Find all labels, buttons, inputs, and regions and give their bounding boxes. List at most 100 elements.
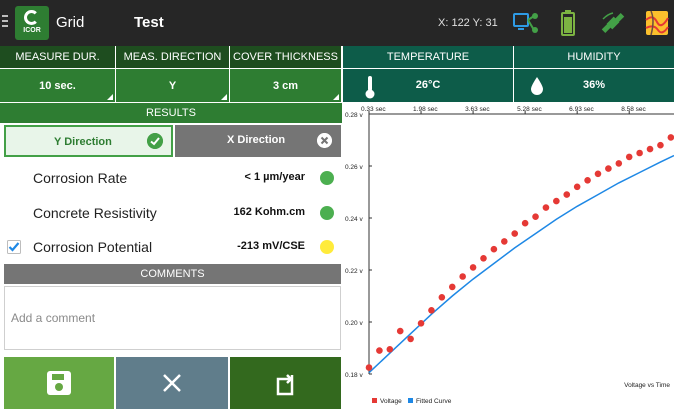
save-icon (47, 371, 71, 395)
voltage-point (584, 177, 591, 184)
temperature-value: 26°C (415, 79, 441, 91)
voltage-point (594, 170, 602, 178)
legend-label-voltage: Voltage (380, 398, 402, 405)
status-dot (320, 240, 334, 254)
voltage-point (573, 183, 581, 191)
dropdown-corner-icon (221, 94, 227, 100)
voltage-point (407, 335, 414, 343)
legend-swatch-fitted-curve (408, 398, 413, 403)
top-bar: ICOR Grid Test X: 122 Y: 31 (0, 0, 674, 46)
y-tick-label: 0.24 v (345, 216, 363, 223)
test-title: Test (134, 14, 164, 31)
voltage-point (532, 213, 539, 220)
measure-duration-select[interactable]: 10 sec. (0, 68, 116, 102)
measure-duration-label: MEASURE DUR. (0, 46, 116, 68)
fitted-curve-line (368, 154, 674, 374)
temperature-label: TEMPERATURE (342, 46, 513, 68)
menu-icon[interactable] (2, 15, 10, 29)
corrosion-potential-checkbox[interactable] (7, 240, 21, 254)
tab-x-direction[interactable]: X Direction (175, 125, 341, 157)
logo-text: ICOR (23, 27, 41, 34)
status-dot (320, 171, 334, 185)
comments-header: COMMENTS (4, 264, 341, 284)
voltage-point (490, 245, 498, 253)
app-logo: ICOR (15, 6, 49, 40)
network-icon[interactable] (513, 10, 539, 36)
chart-title: Voltage vs Time (624, 382, 670, 389)
voltage-point (615, 160, 623, 167)
y-tick-label: 0.18 v (345, 372, 363, 379)
dropdown-corner-icon (333, 94, 339, 100)
check-icon (147, 133, 163, 149)
cancel-button[interactable] (116, 357, 228, 409)
cover-thickness-label: COVER THICKNESS (230, 46, 342, 68)
close-icon[interactable] (317, 133, 332, 148)
redo-icon (276, 374, 293, 396)
voltage-point (501, 238, 508, 245)
redo-button[interactable] (230, 357, 341, 409)
x-tick-label: 3.63 sec (465, 106, 490, 113)
app-title: Grid (56, 14, 85, 31)
legend-label-fitted-curve: Fitted Curve (416, 398, 452, 405)
close-icon (163, 374, 181, 392)
voltage-point (605, 165, 612, 172)
legend-swatch-voltage (372, 398, 377, 403)
tab-x-direction-label: X Direction (227, 134, 286, 146)
y-tick-label: 0.20 v (345, 320, 363, 327)
result-value: 162 Kohm.cm (233, 206, 305, 218)
tab-y-direction-label: Y Direction (54, 136, 112, 148)
results-header: RESULTS (0, 103, 342, 123)
voltage-point (480, 255, 487, 262)
x-tick-label: 8.58 sec (621, 106, 646, 113)
voltage-point (667, 134, 674, 141)
result-row-concrete-resistivity: Concrete Resistivity 162 Kohm.cm (0, 198, 342, 228)
dropdown-corner-icon (107, 94, 113, 100)
result-row-corrosion-rate: Corrosion Rate < 1 µm/year (0, 163, 342, 193)
status-dot (320, 206, 334, 220)
result-name: Corrosion Rate (33, 170, 128, 186)
measure-direction-select[interactable]: Y (116, 68, 230, 102)
voltage-point (636, 149, 643, 157)
voltage-point (521, 219, 529, 227)
humidity-label: HUMIDITY (513, 46, 674, 68)
save-button[interactable] (4, 357, 114, 409)
voltage-chart: 0.33 sec 1.98 sec 3.63 sec 5.28 sec 6.93 sec… (345, 106, 674, 405)
voltage-point (396, 327, 404, 335)
x-tick-label: 6.93 sec (569, 106, 594, 113)
tab-y-direction[interactable]: Y Direction (4, 125, 173, 157)
voltage-point (428, 307, 435, 314)
voltage-point (646, 145, 654, 153)
voltage-point (386, 346, 394, 353)
cover-thickness-select[interactable]: 3 cm (230, 68, 342, 102)
cover-thickness-value: 3 cm (272, 79, 299, 92)
x-tick-label: 5.28 sec (517, 106, 542, 113)
result-row-corrosion-potential: Corrosion Potential -213 mV/CSE (0, 232, 342, 262)
comment-box (4, 286, 341, 350)
voltage-point (365, 364, 373, 371)
map-icon[interactable] (645, 10, 669, 36)
measure-duration-value: 10 sec. (39, 79, 76, 92)
voltage-point (448, 283, 456, 291)
x-tick-label: 1.98 sec (413, 106, 438, 113)
satellite-icon[interactable] (600, 10, 626, 36)
voltage-point (469, 264, 477, 271)
battery-icon (561, 10, 575, 36)
voltage-point (438, 294, 446, 301)
humidity-value: 36% (582, 79, 606, 91)
humidity-panel: 36% (513, 68, 674, 102)
voltage-point (417, 320, 425, 327)
result-name: Concrete Resistivity (33, 205, 157, 221)
measure-direction-label: MEAS. DIRECTION (116, 46, 230, 68)
comment-input[interactable] (5, 287, 340, 349)
y-tick-label: 0.22 v (345, 268, 363, 275)
result-value: -213 mV/CSE (237, 240, 305, 252)
y-tick-label: 0.28 v (345, 112, 363, 119)
voltage-point (376, 347, 383, 354)
voltage-point (625, 153, 633, 161)
voltage-point (657, 141, 664, 149)
x-tick-label: 0.33 sec (361, 106, 386, 113)
voltage-point (553, 197, 560, 205)
voltage-point (511, 230, 519, 237)
coordinates-readout: X: 122 Y: 31 (438, 17, 498, 29)
y-tick-label: 0.26 v (345, 164, 363, 171)
